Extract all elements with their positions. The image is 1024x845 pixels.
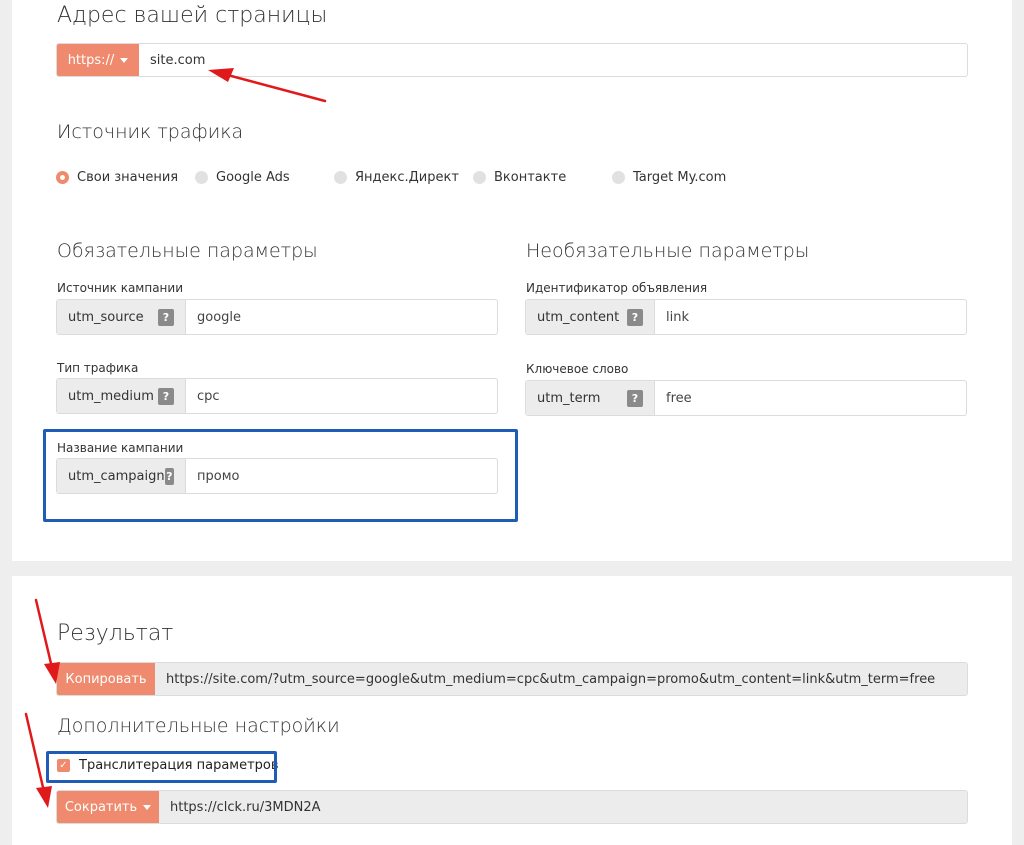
- radio-unchecked-icon: [195, 171, 208, 184]
- utm-content-field: utm_content ? link: [525, 299, 967, 335]
- utm-term-field: utm_term ? free: [525, 380, 967, 416]
- caret-down-icon: [143, 804, 152, 810]
- shorten-label: Сократить: [64, 799, 138, 815]
- utm-source-field: utm_source ? google: [56, 299, 498, 335]
- radio-unchecked-icon: [473, 171, 486, 184]
- result-url-group: Копировать https://site.com/?utm_source=…: [56, 662, 968, 696]
- result-title: Результат: [57, 621, 174, 646]
- radio-label: Свои значения: [77, 170, 179, 185]
- address-title: Адрес вашей страницы: [57, 3, 328, 28]
- required-params-title: Обязательные параметры: [57, 240, 318, 262]
- radio-unchecked-icon: [334, 171, 347, 184]
- utm-content-label: Идентификатор объявления: [526, 281, 708, 295]
- caret-down-icon: [120, 57, 129, 63]
- utm-medium-input[interactable]: cpc: [186, 379, 220, 413]
- short-url-group: Сократить https://clck.ru/3MDN2A: [56, 790, 968, 824]
- utm-term-label: Ключевое слово: [526, 362, 629, 376]
- radio-label: Вконтакте: [494, 170, 567, 185]
- help-icon[interactable]: ?: [158, 308, 174, 326]
- extra-settings-title: Дополнительные настройки: [57, 715, 340, 737]
- radio-target-mycom[interactable]: Target My.com: [612, 170, 726, 185]
- url-input-group: https:// site.com: [56, 43, 968, 77]
- utm-source-label: Источник кампании: [57, 281, 183, 295]
- radio-unchecked-icon: [612, 171, 625, 184]
- url-input[interactable]: site.com: [139, 44, 205, 76]
- protocol-label: https://: [67, 52, 115, 68]
- result-url[interactable]: https://site.com/?utm_source=google&utm_…: [155, 663, 935, 695]
- param-name-text: utm_source: [68, 309, 144, 325]
- radio-label: Google Ads: [216, 170, 290, 185]
- param-name-text: utm_term: [537, 390, 601, 406]
- highlight-campaign-box: [43, 429, 518, 522]
- help-icon[interactable]: ?: [627, 389, 643, 407]
- param-name-text: utm_medium: [68, 388, 154, 404]
- highlight-transliteration-box: [46, 751, 277, 783]
- radio-google-ads[interactable]: Google Ads: [195, 170, 290, 185]
- radio-vkontakte[interactable]: Вконтакте: [473, 170, 566, 185]
- radio-yandex-direct[interactable]: Яндекс.Директ: [334, 170, 459, 185]
- copy-button[interactable]: Копировать: [57, 663, 155, 695]
- radio-label: Target My.com: [633, 170, 727, 185]
- utm-content-param: utm_content ?: [526, 300, 655, 334]
- traffic-source-title: Источник трафика: [57, 121, 244, 143]
- utm-term-input[interactable]: free: [655, 381, 692, 415]
- short-url[interactable]: https://clck.ru/3MDN2A: [159, 791, 321, 823]
- utm-content-input[interactable]: link: [655, 300, 689, 334]
- radio-label: Яндекс.Директ: [355, 170, 459, 185]
- utm-medium-label: Тип трафика: [57, 361, 139, 375]
- utm-source-input[interactable]: google: [186, 300, 241, 334]
- help-icon[interactable]: ?: [158, 387, 174, 405]
- protocol-dropdown[interactable]: https://: [57, 44, 139, 76]
- utm-source-param: utm_source ?: [57, 300, 186, 334]
- optional-params-title: Необязательные параметры: [526, 240, 810, 262]
- shorten-dropdown[interactable]: Сократить: [57, 791, 159, 823]
- utm-medium-field: utm_medium ? cpc: [56, 378, 498, 414]
- utm-term-param: utm_term ?: [526, 381, 655, 415]
- radio-checked-icon: [56, 171, 69, 184]
- param-name-text: utm_content: [537, 309, 620, 325]
- radio-own-values[interactable]: Свои значения: [56, 170, 178, 185]
- utm-medium-param: utm_medium ?: [57, 379, 186, 413]
- help-icon[interactable]: ?: [627, 308, 643, 326]
